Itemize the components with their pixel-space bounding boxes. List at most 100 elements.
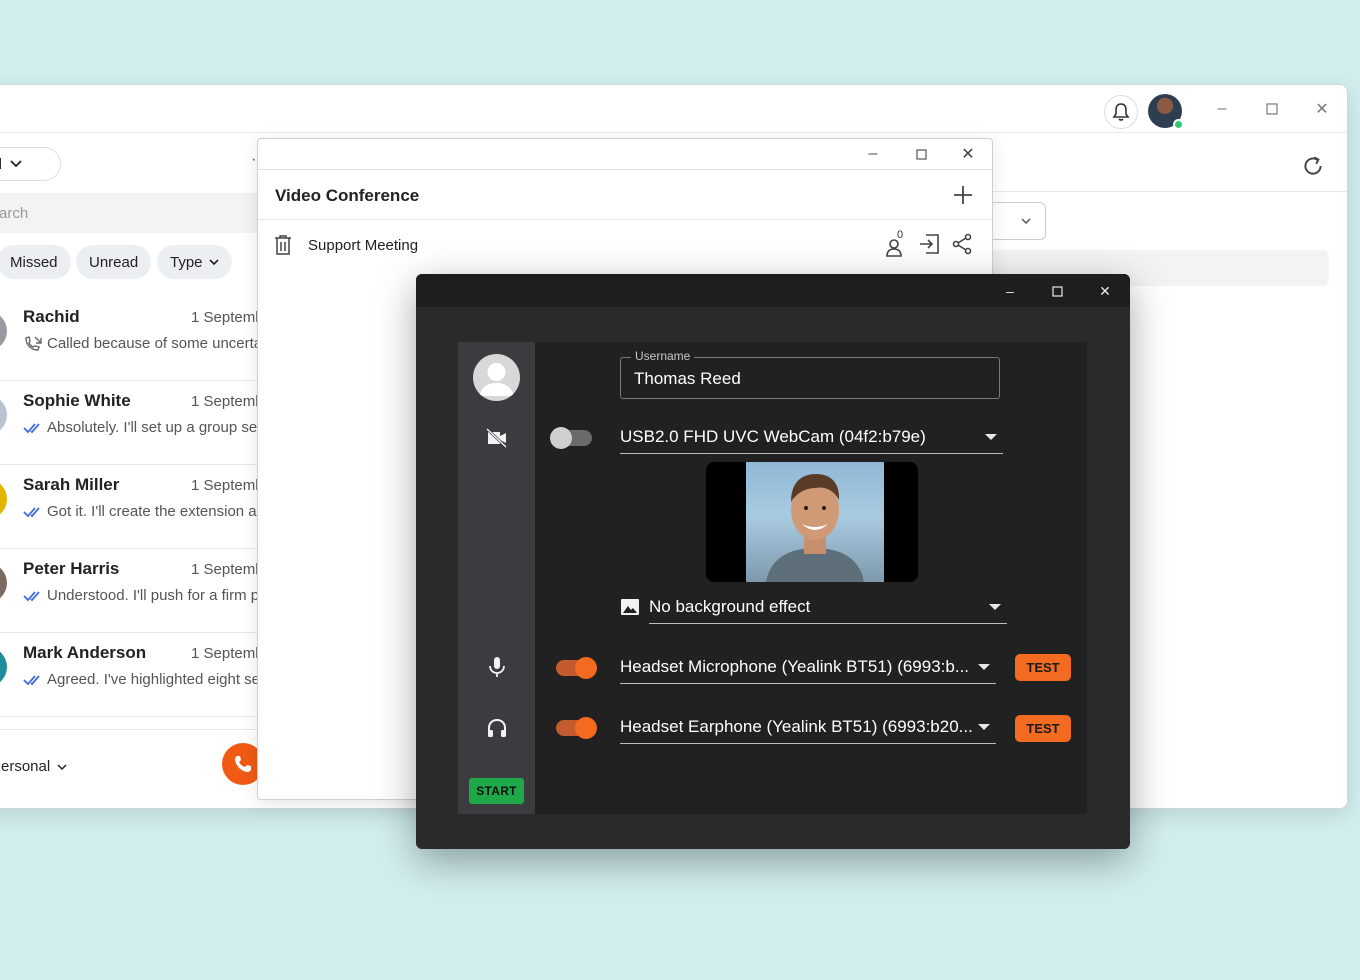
headphones-icon[interactable] — [485, 716, 509, 740]
chat-message: Called because of some uncerta — [47, 335, 263, 352]
chevron-down-icon — [57, 764, 67, 771]
caret-down-icon — [978, 724, 990, 730]
vc-maximize-button[interactable] — [909, 142, 933, 166]
toggle-knob — [575, 657, 597, 679]
vc-minimize-button[interactable]: – — [861, 142, 885, 166]
chat-row[interactable]: Peter Harris 1 Septemb Understood. I'll … — [0, 549, 264, 633]
vc-titlebar: – ✕ — [258, 139, 992, 170]
vc-close-button[interactable]: ✕ — [956, 142, 980, 166]
chat-name: Peter Harris — [23, 559, 120, 578]
filter-unread[interactable]: Unread — [76, 245, 152, 279]
microphone-icon[interactable] — [485, 655, 509, 679]
participant-count: 0 — [897, 229, 904, 241]
account-selector[interactable]: ersonal — [1, 758, 50, 775]
chat-name: Sarah Miller — [23, 475, 120, 494]
speaker-test-button[interactable]: TEST — [1015, 715, 1071, 742]
join-icon[interactable] — [918, 233, 940, 255]
scope-dropdown[interactable]: nal — [0, 147, 61, 181]
device-settings-window: – ✕ START Username Thomas Reed USB2.0 FH… — [416, 274, 1130, 849]
device-panel: START Username Thomas Reed USB2.0 FHD UV… — [458, 342, 1087, 814]
microphone-select-value: Headset Microphone (Yealink BT51) (6993:… — [620, 657, 970, 676]
camera-off-icon[interactable] — [485, 426, 509, 450]
meeting-row[interactable]: Support Meeting 0 — [258, 221, 992, 265]
vc-header: Video Conference — [258, 170, 992, 220]
filter-type[interactable]: Type — [157, 245, 232, 279]
close-button[interactable]: ✕ — [1310, 97, 1334, 121]
chat-name: Mark Anderson — [23, 643, 147, 662]
toggle-knob — [575, 717, 597, 739]
vc-title: Video Conference — [275, 186, 420, 205]
chat-name: Sophie White — [23, 391, 131, 410]
chat-row[interactable]: Sophie White 1 Septemb Absolutely. I'll … — [0, 381, 265, 465]
filter-missed[interactable]: Missed — [0, 245, 71, 279]
device-sidebar: START — [458, 342, 535, 814]
phone-icon — [235, 756, 251, 772]
chat-message: Got it. I'll create the extension ar — [47, 503, 262, 520]
background-effect-select[interactable]: No background effect — [649, 590, 1007, 624]
scope-dropdown-label: nal — [0, 156, 2, 173]
trash-icon[interactable] — [274, 235, 292, 255]
chat-date: 1 Septemb — [191, 309, 264, 326]
meeting-name: Support Meeting — [308, 237, 419, 254]
speaker-toggle[interactable] — [556, 717, 597, 739]
chevron-down-icon — [1021, 218, 1031, 225]
chevron-down-icon — [10, 160, 22, 168]
image-icon — [621, 599, 639, 615]
chat-list-panel: nal · arch Missed Unread Type Rachid 1 S… — [0, 133, 265, 808]
microphone-toggle[interactable] — [556, 657, 597, 679]
main-titlebar: – ✕ — [0, 85, 1347, 133]
background-effect-value: No background effect — [649, 597, 811, 616]
read-check-icon — [23, 507, 40, 518]
speaker-select-value: Headset Earphone (Yealink BT51) (6993:b2… — [620, 717, 973, 736]
add-icon[interactable] — [952, 184, 974, 206]
device-minimize-button[interactable]: – — [997, 278, 1023, 304]
chat-name: Rachid — [23, 307, 80, 326]
chat-message: Understood. I'll push for a firm p — [47, 587, 260, 604]
share-icon[interactable] — [951, 233, 973, 255]
right-pane-divider — [991, 191, 1347, 192]
chat-date: 1 Septemb — [191, 477, 264, 494]
minimize-button[interactable]: – — [1210, 97, 1234, 121]
chat-date: 1 Septemb — [191, 561, 264, 578]
speaker-select[interactable]: Headset Earphone (Yealink BT51) (6993:b2… — [620, 710, 996, 744]
chat-message: Absolutely. I'll set up a group ses — [47, 419, 265, 436]
chat-row[interactable]: Mark Anderson 1 Septemb Agreed. I've hig… — [0, 633, 264, 717]
online-status-dot — [1173, 119, 1184, 130]
search-input[interactable]: arch — [0, 193, 261, 233]
chat-date: 1 Septemb — [191, 393, 264, 410]
device-maximize-button[interactable] — [1044, 278, 1070, 304]
user-avatar[interactable] — [1148, 94, 1184, 130]
bell-icon[interactable] — [1104, 95, 1138, 129]
profile-avatar[interactable] — [473, 354, 520, 401]
username-field[interactable]: Username Thomas Reed — [620, 349, 1000, 399]
device-close-button[interactable]: ✕ — [1092, 278, 1118, 304]
avatar — [0, 479, 7, 519]
caret-down-icon — [985, 434, 997, 440]
maximize-button[interactable] — [1260, 97, 1284, 121]
username-value: Thomas Reed — [634, 369, 741, 388]
microphone-select[interactable]: Headset Microphone (Yealink BT51) (6993:… — [620, 650, 996, 684]
more-menu-icon[interactable]: · — [251, 151, 256, 169]
refresh-icon[interactable] — [1300, 153, 1326, 179]
camera-preview — [706, 462, 918, 582]
read-check-icon — [23, 675, 40, 686]
camera-toggle[interactable] — [550, 427, 592, 449]
missed-call-icon — [25, 336, 42, 351]
search-placeholder: arch — [0, 204, 29, 222]
toggle-knob — [550, 427, 572, 449]
start-button[interactable]: START — [469, 778, 524, 804]
chat-row[interactable]: Sarah Miller 1 Septemb Got it. I'll crea… — [0, 465, 264, 549]
camera-select[interactable]: USB2.0 FHD UVC WebCam (04f2:b79e) — [620, 420, 1003, 454]
avatar — [0, 647, 7, 687]
caret-down-icon — [989, 604, 1001, 610]
chat-date: 1 Septemb — [191, 645, 264, 662]
camera-preview-image — [746, 462, 884, 582]
avatar — [0, 563, 7, 603]
avatar — [0, 311, 7, 351]
chat-row[interactable]: Rachid 1 Septemb Called because of some … — [0, 297, 264, 381]
read-check-icon — [23, 591, 40, 602]
person-icon — [479, 363, 514, 396]
read-check-icon — [23, 423, 40, 434]
device-titlebar: – ✕ — [416, 274, 1130, 307]
microphone-test-button[interactable]: TEST — [1015, 654, 1071, 681]
